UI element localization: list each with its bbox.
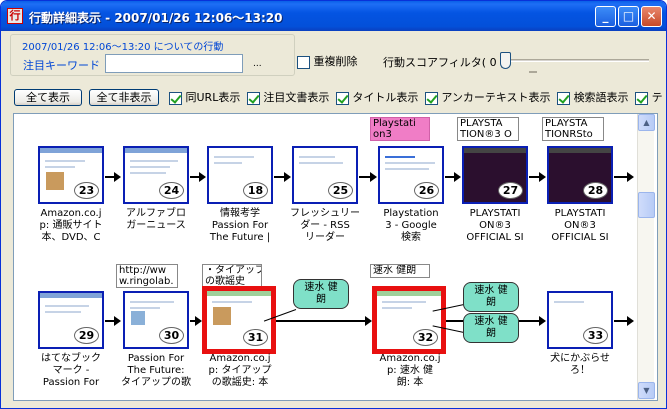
maximize-button[interactable]: □ — [618, 6, 639, 27]
option-checkbox[interactable] — [424, 91, 438, 105]
option-anchor-text[interactable]: アンカーテキスト表示 — [424, 89, 551, 105]
page-caption: PLAYSTATI ON®3 OFFICIAL SI — [551, 208, 609, 243]
keyword-label: 注目キーワード — [23, 59, 100, 72]
page-node[interactable]: 30 — [123, 291, 189, 349]
behavior-detail-window: 行 行動詳細表示 - 2007/01/26 12:06～13:20 _ □ ✕ … — [0, 0, 667, 409]
display-options: 同URL表示 注目文書表示 タイトル表示 アンカーテキスト表示 検索語表示 テ — [169, 89, 666, 107]
page-node[interactable]: 25 — [292, 146, 358, 204]
anchor-text-note: 速水 健朗 — [370, 264, 430, 278]
score-filter-slider-thumb[interactable] — [500, 52, 511, 69]
page-number-badge: 18 — [243, 182, 268, 199]
page-node[interactable]: 24 — [123, 146, 189, 204]
hide-all-button[interactable]: 全て非表示 — [89, 89, 159, 106]
filter-panel-title: 2007/01/26 12:06～13:20 についての行動 — [20, 38, 226, 53]
option-checkbox[interactable] — [635, 91, 649, 105]
dedupe-label: 重複削除 — [313, 55, 358, 68]
flow-arrow — [614, 316, 634, 326]
page-caption: 犬にかぶらせ ろ！ — [550, 353, 610, 376]
option-title[interactable]: タイトル表示 — [335, 89, 419, 105]
option-label: テ — [651, 91, 663, 104]
option-focus-doc[interactable]: 注目文書表示 — [246, 89, 330, 105]
page-caption: アルファブロ ガーニュース — [126, 208, 186, 231]
score-filter-tick — [529, 71, 537, 73]
title-bar[interactable]: 行 行動詳細表示 - 2007/01/26 12:06～13:20 _ □ ✕ — [1, 1, 666, 31]
flow-arrow — [105, 316, 121, 326]
flow-arrow — [190, 316, 202, 326]
option-search-term[interactable]: 検索語表示 — [557, 89, 629, 105]
page-number-badge: 29 — [74, 327, 99, 344]
option-text[interactable]: テ — [635, 89, 663, 105]
page-number-badge: 33 — [583, 327, 608, 344]
option-label: アンカーテキスト表示 — [441, 91, 551, 104]
flow-arrow — [445, 172, 461, 182]
flow-arrow — [190, 172, 206, 182]
page-caption: Amazon.co.j p: 速水 健 朗: 本 — [379, 353, 441, 388]
search-term-bubble: 速水 健 朗 — [463, 313, 519, 343]
page-caption: Playstation 3 - Google 検索 — [383, 208, 439, 243]
option-checkbox[interactable] — [246, 91, 260, 105]
close-button[interactable]: ✕ — [641, 6, 662, 27]
flow-arrow — [105, 172, 121, 182]
keyword-input[interactable] — [105, 54, 243, 73]
page-number-badge: 28 — [583, 182, 608, 199]
page-caption: 情報考学 Passion For The Future | — [209, 208, 271, 243]
focus-page-node[interactable]: 32 — [372, 286, 446, 354]
search-term-bubble: 速水 健 朗 — [463, 282, 519, 312]
search-term-bubble: 速水 健 朗 — [293, 279, 349, 309]
page-node[interactable]: 28 — [547, 146, 613, 204]
flow-arrow — [529, 172, 546, 182]
flow-arrow — [276, 316, 372, 326]
anchor-text-note: PLAYSTA TIONRSto — [542, 117, 604, 141]
score-filter-track[interactable] — [501, 59, 649, 62]
page-caption: Amazon.co.j p: 通販サイト 本、DVD、C — [39, 208, 103, 243]
keyword-browse-button[interactable]: ... — [253, 59, 262, 69]
option-checkbox[interactable] — [335, 91, 349, 105]
page-number-badge: 27 — [498, 182, 523, 199]
scroll-down-icon[interactable]: ▼ — [638, 382, 655, 399]
show-all-button[interactable]: 全て表示 — [14, 89, 82, 106]
search-term-note: Playstati on3 — [370, 117, 430, 141]
page-node[interactable]: 26 — [378, 146, 444, 204]
app-icon: 行 — [7, 8, 23, 24]
page-caption: Passion For The Future: タイアップの歌 — [121, 353, 191, 388]
url-note: http://ww w.ringolab. — [116, 264, 178, 288]
scroll-up-icon[interactable]: ▲ — [638, 114, 655, 131]
option-checkbox[interactable] — [557, 91, 571, 105]
behavior-graph-canvas[interactable]: Playstati on3 PLAYSTA TION®3 O PLAYSTA T… — [13, 113, 658, 401]
flow-arrow — [359, 172, 377, 182]
page-caption: PLAYSTATI ON®3 OFFICIAL SI — [466, 208, 524, 243]
anchor-text-note: ・タイアップ の歌謡史 — [202, 264, 262, 288]
page-caption: フレッシュリー ダー - RSS リーダー — [290, 208, 360, 243]
page-number-badge: 32 — [413, 329, 438, 346]
page-node[interactable]: 27 — [462, 146, 528, 204]
page-node[interactable]: 23 — [38, 146, 104, 204]
score-filter-label: 行動スコアフィルタ( 0 ) — [383, 56, 505, 69]
page-caption: Amazon.co.j p: タイアップ の歌謡史: 本 — [208, 353, 272, 388]
page-number-badge: 25 — [328, 182, 353, 199]
flow-arrow — [614, 172, 634, 182]
page-node[interactable]: 33 — [547, 291, 613, 349]
option-same-url[interactable]: 同URL表示 — [169, 89, 240, 105]
page-number-badge: 31 — [243, 329, 268, 346]
page-number-badge: 30 — [159, 327, 184, 344]
page-number-badge: 24 — [159, 182, 184, 199]
option-label: 検索語表示 — [573, 91, 629, 104]
page-node[interactable]: 29 — [38, 291, 104, 349]
page-number-badge: 26 — [414, 182, 439, 199]
option-label: 同URL表示 — [185, 91, 241, 104]
minimize-button[interactable]: _ — [595, 6, 616, 27]
option-label: 注目文書表示 — [263, 91, 330, 104]
page-node[interactable]: 18 — [207, 146, 273, 204]
dedupe-checkbox-box[interactable] — [297, 55, 310, 69]
dedupe-checkbox[interactable]: 重複削除 — [297, 53, 358, 69]
page-number-badge: 23 — [74, 182, 99, 199]
flow-arrow — [274, 172, 291, 182]
scroll-thumb[interactable] — [638, 192, 655, 218]
anchor-text-note: PLAYSTA TION®3 O — [457, 117, 519, 141]
option-label: タイトル表示 — [352, 91, 419, 104]
window-title: 行動詳細表示 - 2007/01/26 12:06～13:20 — [29, 11, 283, 25]
page-caption: はてなブック マーク - Passion For — [41, 353, 101, 388]
vertical-scrollbar[interactable]: ▲ ▼ — [637, 114, 655, 400]
option-checkbox[interactable] — [169, 91, 182, 105]
